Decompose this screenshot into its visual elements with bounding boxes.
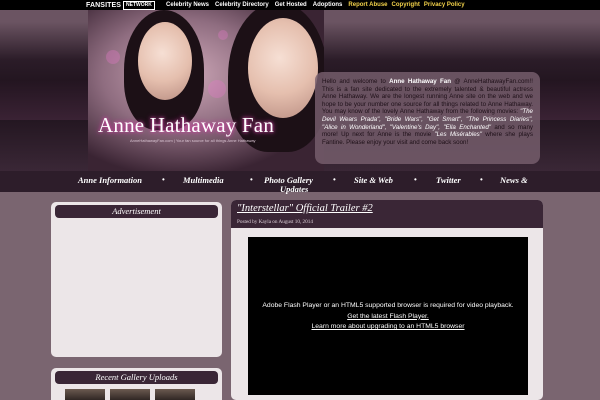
link-report-abuse[interactable]: Report Abuse (348, 2, 387, 8)
post-header: "Interstellar" Official Trailer #2 Poste… (231, 200, 543, 228)
gallery-thumbnail[interactable] (110, 389, 150, 400)
gallery-box: Recent Gallery Uploads (51, 368, 222, 400)
nav-separator: • (480, 175, 483, 184)
post-meta: Posted by Kayla on August 10, 2014 (237, 219, 313, 225)
blog-post: "Interstellar" Official Trailer #2 Poste… (231, 200, 543, 400)
bokeh-light (218, 30, 228, 40)
network-bar: FANSITES NETWORK Celebrity News Celebrit… (0, 0, 600, 10)
advertisement-heading: Advertisement (55, 205, 218, 218)
logo-network-badge: NETWORK (123, 0, 155, 10)
nav-separator: • (333, 175, 336, 184)
link-adoptions[interactable]: Adoptions (313, 2, 343, 8)
gallery-thumbnail[interactable] (65, 389, 105, 400)
gallery-thumbnail[interactable] (155, 389, 195, 400)
nav-separator: • (250, 175, 253, 184)
post-title-link[interactable]: "Interstellar" Official Trailer #2 (237, 203, 373, 214)
link-get-hosted[interactable]: Get Hosted (275, 2, 307, 8)
site-tagline: AnneHathawayFan.com | Your fan source fo… (130, 138, 256, 143)
nav-separator: • (162, 175, 165, 184)
nav-updates-overflow[interactable]: Updates (280, 184, 308, 194)
html5-upgrade-link[interactable]: Learn more about upgrading to an HTML5 b… (248, 322, 528, 333)
welcome-next-movie: "Les Misérables" (434, 131, 482, 139)
get-flash-link[interactable]: Get the latest Flash Player. (248, 312, 528, 323)
video-fallback-message: Adobe Flash Player or an HTML5 supported… (248, 301, 528, 333)
logo-fansites-text: FANSITES (86, 1, 122, 9)
bokeh-light (106, 50, 120, 64)
welcome-text-part: Hello and welcome to (322, 78, 390, 85)
link-celebrity-news[interactable]: Celebrity News (166, 2, 209, 8)
fansites-network-logo[interactable]: FANSITES NETWORK (86, 0, 155, 10)
nav-multimedia[interactable]: Multimedia (183, 175, 224, 185)
nav-site-web[interactable]: Site & Web (354, 175, 393, 185)
network-links: Celebrity News Celebrity Directory Get H… (166, 0, 469, 10)
main-nav: Anne Information • Multimedia • Photo Ga… (0, 171, 600, 194)
link-copyright[interactable]: Copyright (392, 2, 420, 8)
welcome-site-name: Anne Hathaway Fan (389, 78, 452, 85)
video-player[interactable]: Adobe Flash Player or an HTML5 supported… (248, 237, 528, 395)
header-photo (88, 10, 324, 171)
link-privacy-policy[interactable]: Privacy Policy (424, 2, 465, 8)
welcome-text: Hello and welcome to Anne Hathaway Fan @… (322, 78, 533, 146)
nav-anne-information[interactable]: Anne Information (78, 175, 142, 185)
bokeh-light (208, 80, 226, 98)
gallery-thumbnails (51, 387, 222, 400)
portrait-face (248, 18, 318, 118)
nav-twitter[interactable]: Twitter (436, 175, 461, 185)
site-title[interactable]: Anne Hathaway Fan (98, 113, 274, 138)
advertisement-box: Advertisement (51, 202, 222, 357)
gallery-heading: Recent Gallery Uploads (55, 371, 218, 384)
portrait-face (138, 22, 192, 100)
video-required-text: Adobe Flash Player or an HTML5 supported… (262, 302, 514, 309)
link-celebrity-directory[interactable]: Celebrity Directory (215, 2, 269, 8)
nav-separator: • (414, 175, 417, 184)
nav-news[interactable]: News & (500, 175, 528, 185)
welcome-box: Hello and welcome to Anne Hathaway Fan @… (315, 72, 540, 164)
